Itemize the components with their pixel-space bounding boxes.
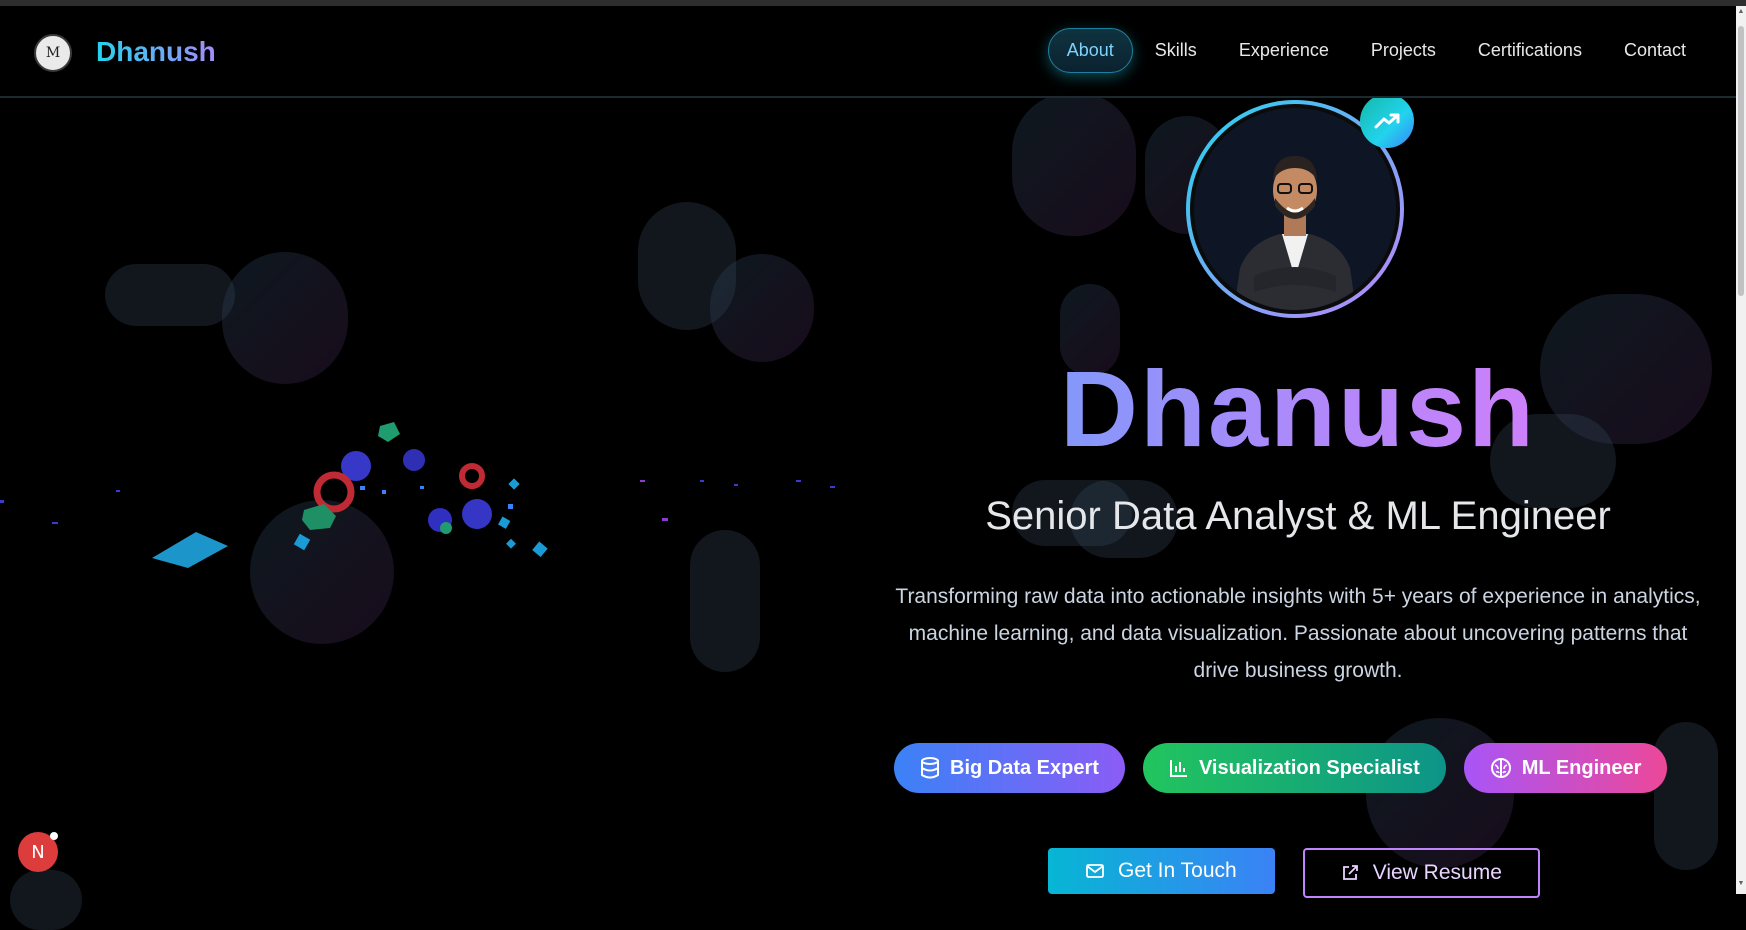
particle-scene (0, 400, 860, 600)
mail-icon (1086, 864, 1104, 878)
background-blob (105, 264, 235, 326)
trending-up-icon (1360, 94, 1414, 148)
logo-icon[interactable]: M (34, 34, 72, 72)
nav-item-projects[interactable]: Projects (1351, 28, 1456, 73)
floating-shapes-graphic (0, 422, 835, 568)
database-icon (921, 757, 939, 779)
nav-item-certifications[interactable]: Certifications (1458, 28, 1602, 73)
nav-item-about[interactable]: About (1047, 28, 1133, 73)
view-resume-button[interactable]: View Resume (1302, 848, 1540, 898)
hero-section: Dhanush Senior Data Analyst & ML Enginee… (870, 94, 1726, 898)
bar-chart-icon (1169, 760, 1187, 777)
scrollbar-thumb[interactable] (1738, 26, 1744, 296)
background-blob (222, 252, 348, 384)
hero-name: Dhanush (870, 346, 1726, 471)
badge-label: Visualization Specialist (1198, 756, 1420, 779)
background-blob (710, 254, 814, 362)
badge-label: ML Engineer (1521, 756, 1642, 779)
notification-glyph: N (31, 841, 45, 863)
cta-group: Get In Touch View Resume (1048, 848, 1568, 898)
nav-item-contact[interactable]: Contact (1604, 28, 1706, 73)
badge-label: Big Data Expert (950, 756, 1099, 779)
scroll-down-arrow-icon[interactable]: ▼ (1737, 880, 1745, 887)
get-in-touch-label: Get In Touch (1118, 859, 1237, 882)
view-resume-label: View Resume (1372, 861, 1502, 884)
top-navbar: M Dhanush About Skills Experience Projec… (0, 6, 1736, 98)
nav-item-skills[interactable]: Skills (1135, 28, 1217, 73)
badge-ml-engineer: ML Engineer (1463, 743, 1668, 793)
logo-glyph: M (45, 45, 61, 61)
background-blob (10, 870, 82, 930)
nav-item-experience[interactable]: Experience (1219, 28, 1349, 73)
brand-name[interactable]: Dhanush (96, 36, 216, 68)
skill-badges: Big Data Expert Visualization Specialist… (894, 743, 1685, 793)
brain-icon (1490, 758, 1511, 778)
external-link-icon (1342, 865, 1358, 880)
get-in-touch-button[interactable]: Get In Touch (1048, 848, 1275, 894)
badge-visualization-specialist: Visualization Specialist (1142, 743, 1446, 793)
scroll-up-arrow-icon[interactable]: ▲ (1737, 8, 1745, 15)
hero-role: Senior Data Analyst & ML Engineer (985, 494, 1611, 538)
badge-big-data-expert: Big Data Expert (894, 743, 1125, 793)
nav-links: About Skills Experience Projects Certifi… (1046, 28, 1706, 73)
hero-description: Transforming raw data into actionable in… (895, 585, 1701, 682)
notification-dot (50, 832, 58, 840)
